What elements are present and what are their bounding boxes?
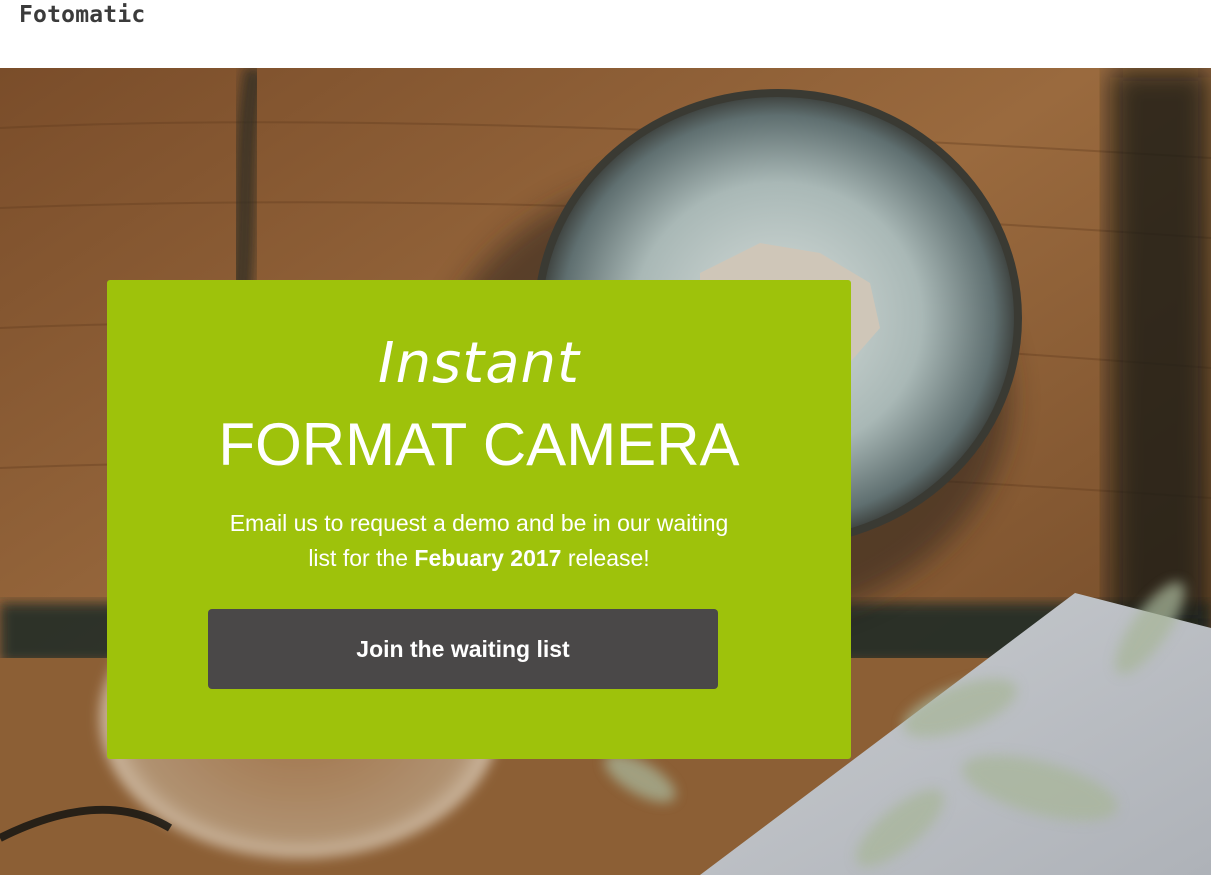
top-bar: Fotomatic	[0, 0, 1211, 68]
headline-instant: Instant	[378, 331, 580, 396]
site-logo[interactable]: Fotomatic	[19, 0, 145, 30]
headline-format-camera: FORMAT CAMERA	[218, 411, 740, 478]
join-waiting-list-button[interactable]: Join the waiting list	[208, 609, 718, 689]
release-date-highlight: Febuary 2017	[414, 545, 562, 571]
promo-card: Instant FORMAT CAMERA Email us to reques…	[107, 280, 851, 759]
promo-description: Email us to request a demo and be in our…	[229, 506, 729, 576]
description-text-after: release!	[561, 545, 650, 571]
hero-section: Instant FORMAT CAMERA Email us to reques…	[0, 68, 1211, 875]
